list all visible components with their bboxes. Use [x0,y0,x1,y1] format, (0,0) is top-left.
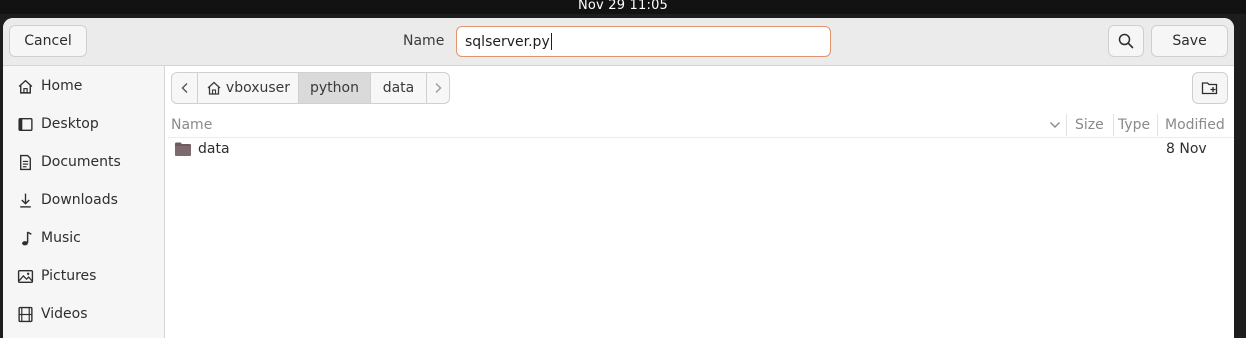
search-button[interactable] [1108,25,1144,57]
downloads-icon [20,193,31,208]
column-divider [1113,114,1114,136]
column-divider [1066,114,1067,136]
music-icon [22,231,32,246]
sidebar-item-videos[interactable]: Videos [3,295,164,333]
save-file-dialog: Cancel Name sqlserver.py Save Home Deskt… [3,18,1234,338]
breadcrumb-vboxuser[interactable]: vboxuser [198,73,299,103]
column-header-name[interactable]: Name [171,117,212,133]
sidebar-item-pictures[interactable]: Pictures [3,257,164,295]
sidebar-item-desktop[interactable]: Desktop [3,105,164,143]
header-divider [168,137,1234,138]
breadcrumb-label: python [310,80,359,96]
save-button[interactable]: Save [1151,25,1228,57]
column-divider [1157,114,1158,136]
chevron-right-icon [435,83,442,93]
name-label: Name [403,33,445,49]
clock[interactable]: Nov 29 11:05 [578,0,668,13]
places-sidebar: Home Desktop Documents Downloads Music P… [3,66,165,338]
sidebar-item-label: Home [41,78,83,94]
path-forward-button[interactable] [427,73,449,103]
path-bar: vboxuser python data [171,72,450,104]
sidebar-item-label: Documents [41,154,121,170]
folder-icon [175,142,191,156]
home-icon [18,79,33,94]
filename-input[interactable]: sqlserver.py [456,26,831,57]
sidebar-item-documents[interactable]: Documents [3,143,164,181]
sort-chevron-down-icon[interactable] [1049,121,1061,129]
sidebar-item-label: Downloads [41,192,118,208]
home-icon [207,81,221,95]
search-icon [1118,33,1134,49]
top-bar: Nov 29 11:05 [0,0,1246,14]
documents-icon [20,154,31,171]
new-folder-button[interactable] [1192,72,1228,104]
breadcrumb-label: vboxuser [225,80,291,96]
column-header-size[interactable]: Size [1075,117,1104,133]
column-header-modified[interactable]: Modified [1165,117,1225,133]
dialog-header: Cancel Name sqlserver.py Save [3,18,1234,66]
desktop-icon [18,117,33,132]
sidebar-item-label: Desktop [41,116,99,132]
text-caret [550,33,552,50]
new-folder-icon [1201,82,1218,95]
column-header-type[interactable]: Type [1118,117,1150,133]
path-back-button[interactable] [172,73,198,103]
file-name: data [198,141,230,157]
file-modified: 8 Nov [1166,141,1207,157]
sidebar-item-music[interactable]: Music [3,219,164,257]
sidebar-item-downloads[interactable]: Downloads [3,181,164,219]
breadcrumb-data[interactable]: data [371,73,427,103]
cancel-button[interactable]: Cancel [9,25,87,57]
sidebar-item-label: Pictures [41,268,97,284]
table-row[interactable]: data 8 Nov [168,139,1234,163]
sidebar-item-label: Music [41,230,81,246]
sidebar-item-home[interactable]: Home [3,67,164,105]
videos-icon [18,306,33,323]
breadcrumb-python[interactable]: python [299,73,371,103]
breadcrumb-label: data [382,80,415,96]
pictures-icon [17,269,34,284]
chevron-left-icon [181,83,187,93]
filename-value: sqlserver.py [465,33,550,50]
sidebar-item-label: Videos [41,306,88,322]
